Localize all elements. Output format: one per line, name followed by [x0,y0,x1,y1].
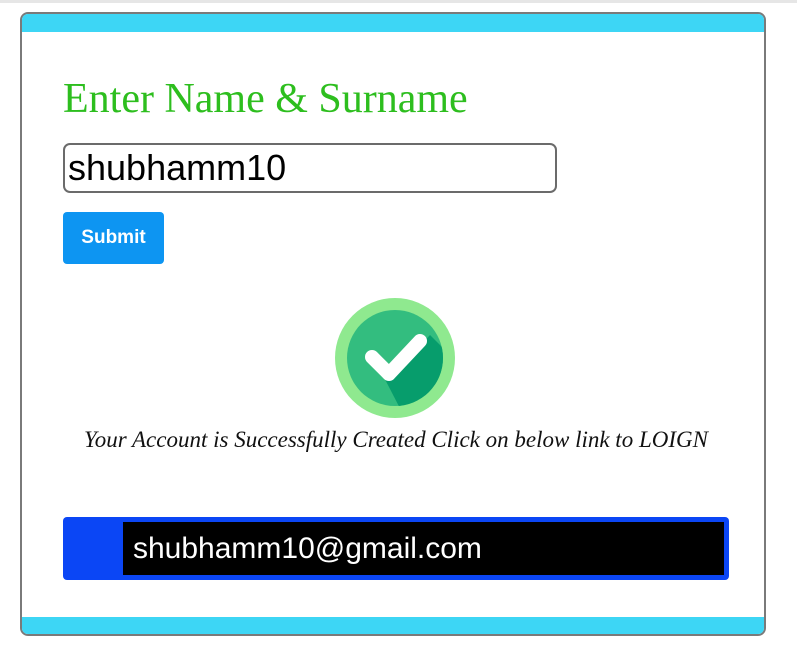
top-divider [0,0,797,3]
email-text: shubhamm10@gmail.com [133,531,482,565]
card-top-accent-bar [22,14,764,32]
card-bottom-accent-bar [22,617,764,634]
login-link[interactable]: shubhamm10@gmail.com [63,517,729,580]
check-circle-icon [335,298,455,418]
name-input[interactable] [63,143,557,193]
email-display: shubhamm10@gmail.com [123,522,724,575]
signup-card: Enter Name & Surname Submit Your Account… [20,12,766,636]
form-heading: Enter Name & Surname [63,76,468,122]
submit-button[interactable]: Submit [63,212,164,264]
success-message: Your Account is Successfully Created Cli… [84,427,708,452]
